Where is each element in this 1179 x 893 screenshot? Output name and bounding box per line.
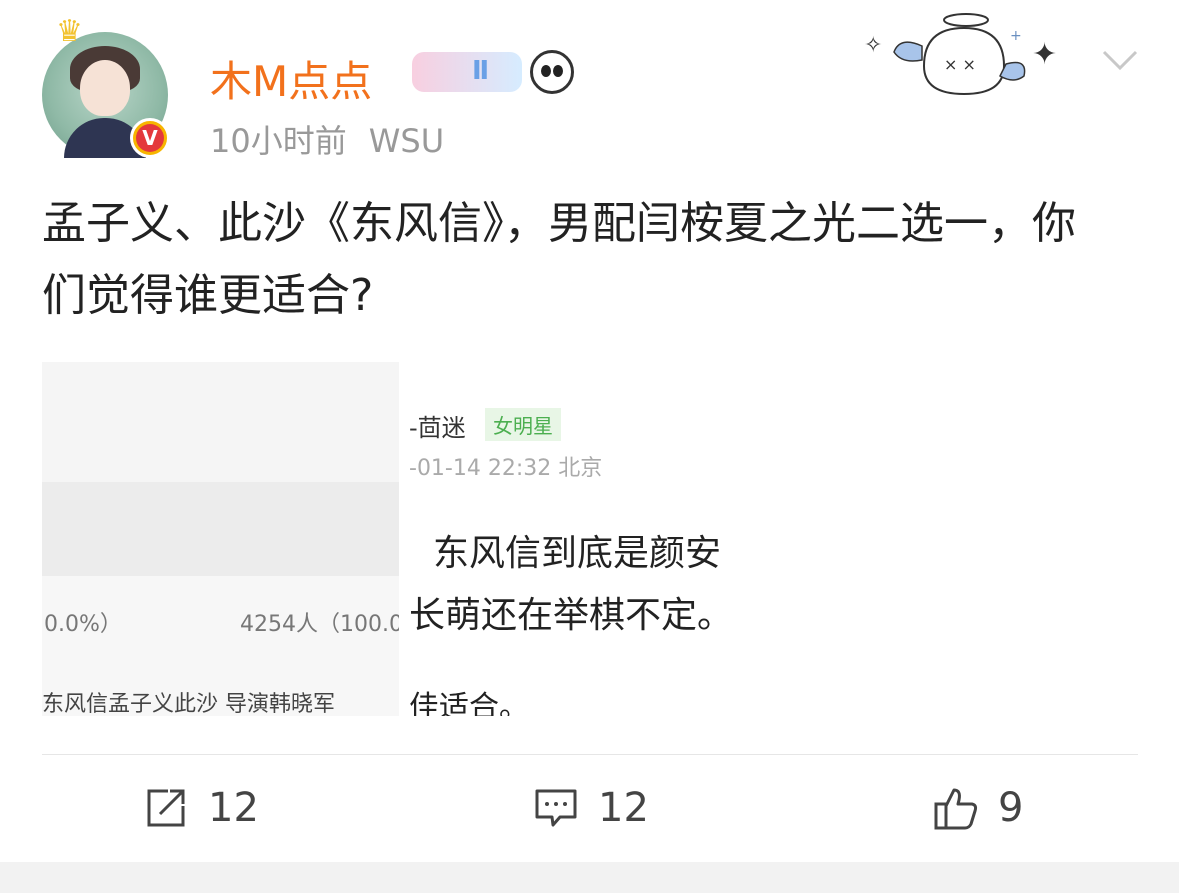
post-time: 10小时前 — [210, 122, 347, 160]
post-content: 孟子义、此沙《东风信》，男配闫桉夏之光二选一，你们觉得谁更适合? — [42, 198, 1076, 321]
post-image-left[interactable]: 0.0%） 4254人（100.0 东风信孟子义此沙 导演韩晓军 — [42, 362, 399, 716]
post-image-right[interactable]: -茴迷 女明星 -01-14 22:32 北京 东风信到底是颜安 长萌还在举棋不… — [399, 362, 769, 716]
svg-text:✧: ✧ — [864, 33, 882, 58]
angel-sticker-icon: × × ✧ ✦ + — [864, 13, 1057, 96]
image-text-line: 佳适合。 — [409, 690, 529, 716]
share-count: 12 — [208, 785, 259, 831]
thumbs-up-icon — [934, 788, 978, 830]
level-badge-label: Ⅱ — [472, 56, 490, 86]
avatar-face — [80, 60, 130, 116]
footer-band — [0, 862, 1179, 893]
divider — [42, 754, 1138, 755]
post-source: WSU — [368, 122, 445, 160]
crown-icon: ♛ — [56, 14, 83, 49]
comment-button[interactable]: 12 — [534, 778, 649, 838]
author-name[interactable]: 木M点点 — [210, 48, 372, 109]
share-button[interactable]: 12 — [144, 778, 259, 838]
verified-v-icon: V — [130, 118, 170, 158]
chevron-down-icon[interactable] — [1100, 44, 1140, 74]
panda-emoji-icon — [530, 50, 574, 94]
image-user-name: -茴迷 — [409, 414, 466, 442]
image-time: -01-14 22:32 北京 — [409, 456, 603, 481]
image-percent-right: 4254人（100.0 — [240, 612, 399, 637]
svg-text:✦: ✦ — [1032, 37, 1057, 72]
like-button[interactable]: 9 — [934, 778, 1023, 838]
image-band — [42, 362, 399, 482]
image-text-line: 东风信到底是颜安 — [433, 533, 722, 574]
post-meta: 10小时前 WSU — [210, 116, 444, 162]
level-badge[interactable]: Ⅱ — [412, 52, 522, 92]
like-count: 9 — [998, 785, 1024, 831]
comment-icon — [535, 789, 577, 827]
svg-text:× ×: × × — [944, 55, 976, 74]
image-band — [42, 482, 399, 576]
image-caption: 东风信孟子义此沙 导演韩晓军 — [42, 692, 335, 716]
image-user-tag: 女明星 — [485, 408, 561, 441]
comment-count: 12 — [598, 785, 649, 831]
image-text-line: 长萌还在举棋不定。 — [409, 595, 734, 636]
share-icon — [147, 789, 185, 827]
svg-text:+: + — [1010, 28, 1022, 44]
image-percent-left: 0.0%） — [44, 612, 122, 637]
